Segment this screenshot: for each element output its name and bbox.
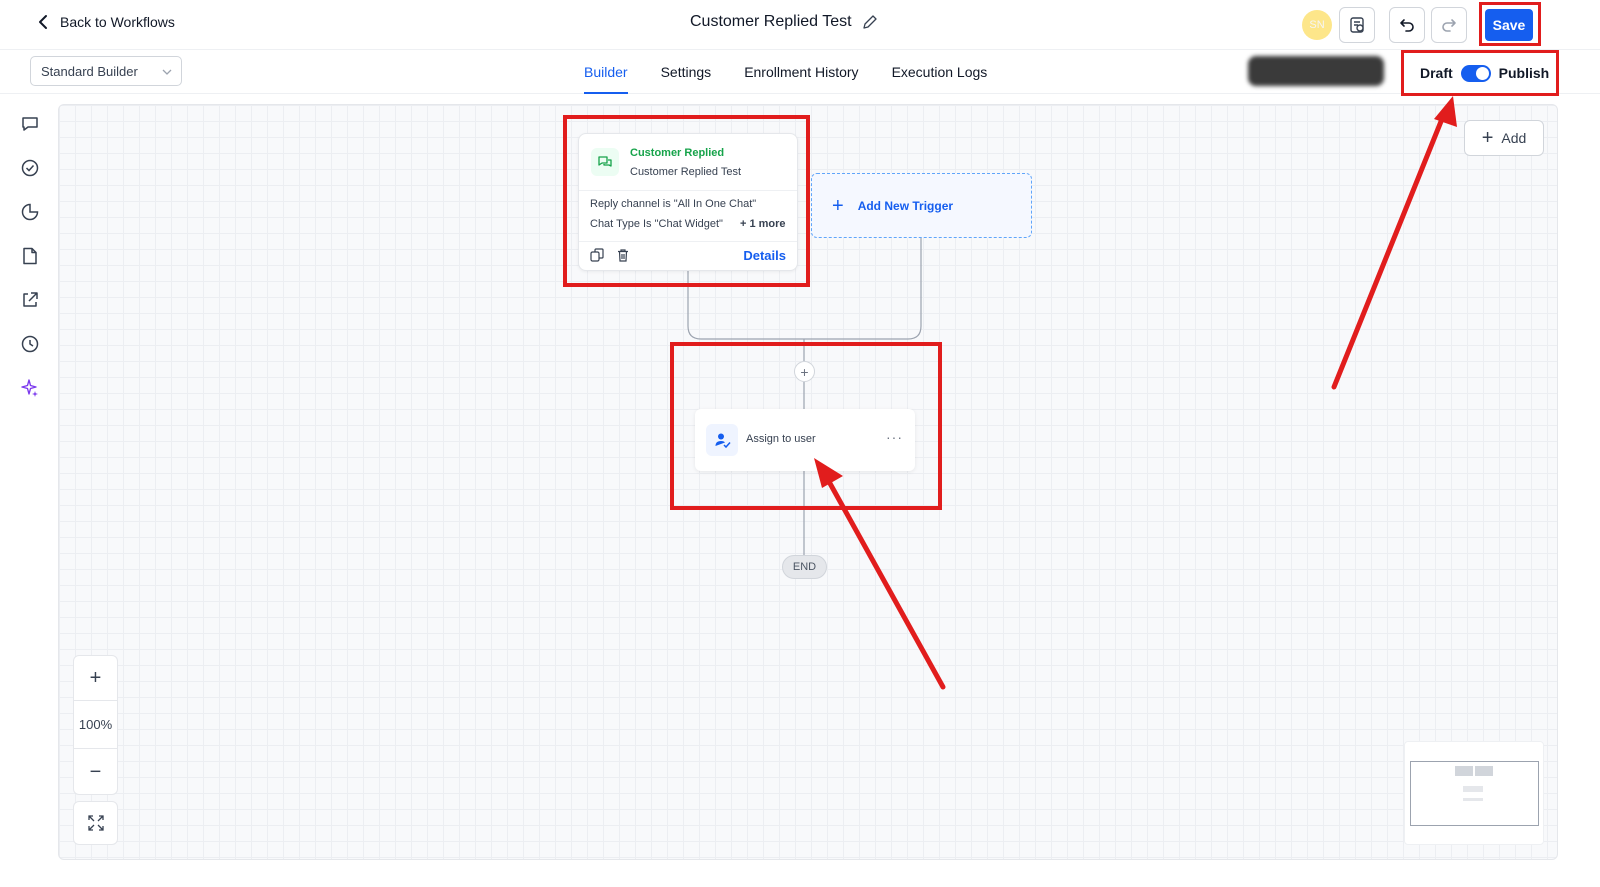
zoom-level: 100% <box>74 701 117 749</box>
tab-enrollment-history[interactable]: Enrollment History <box>744 50 858 94</box>
end-node: END <box>782 555 827 579</box>
plus-icon: + <box>832 194 844 217</box>
action-annotation-box <box>670 342 942 510</box>
tab-bar: Builder Settings Enrollment History Exec… <box>584 50 1020 94</box>
minimap-node <box>1463 786 1483 792</box>
zoom-out-button[interactable]: − <box>74 749 117 796</box>
publish-toggle[interactable] <box>1460 64 1491 82</box>
expand-icon <box>87 815 104 831</box>
add-new-trigger-button[interactable]: + Add New Trigger <box>811 173 1032 238</box>
publish-toggle-group: Draft Publish <box>1401 50 1559 96</box>
history-icon[interactable] <box>20 334 40 354</box>
document-icon[interactable] <box>20 246 40 266</box>
minimap-node <box>1475 766 1493 776</box>
builder-mode-value: Standard Builder <box>41 63 138 79</box>
blurred-button[interactable] <box>1248 56 1384 86</box>
undo-icon <box>1400 19 1414 32</box>
add-button[interactable]: + Add <box>1464 120 1544 156</box>
workflow-title: Customer Replied Test <box>690 13 852 30</box>
zoom-in-button[interactable]: + <box>74 656 117 701</box>
pencil-icon[interactable] <box>862 14 878 30</box>
redo-icon <box>1442 19 1456 32</box>
check-circle-icon[interactable] <box>20 158 40 178</box>
left-sidebar <box>0 94 58 887</box>
workflow-title-group: Customer Replied Test <box>690 13 878 31</box>
add-label: Add <box>1501 130 1527 146</box>
back-label: Back to Workflows <box>60 14 175 30</box>
plus-icon: + <box>1481 127 1494 149</box>
zoom-controls: + 100% − <box>73 655 118 795</box>
chevron-down-icon <box>162 69 172 75</box>
tab-settings[interactable]: Settings <box>661 50 712 94</box>
minimap-node <box>1463 798 1483 801</box>
top-bar: Back to Workflows Customer Replied Test … <box>0 0 1600 50</box>
sparkle-icon[interactable] <box>20 378 40 398</box>
sub-bar: Standard Builder Builder Settings Enroll… <box>0 50 1600 96</box>
avatar[interactable]: SN <box>1302 10 1332 40</box>
back-to-workflows-link[interactable]: Back to Workflows <box>36 14 175 30</box>
external-link-icon[interactable] <box>20 290 40 310</box>
chevron-left-icon <box>39 15 47 29</box>
draft-label: Draft <box>1420 65 1453 81</box>
trigger-annotation-box <box>563 115 810 287</box>
tab-execution-logs[interactable]: Execution Logs <box>892 50 988 94</box>
redo-button[interactable] <box>1431 7 1467 43</box>
publish-label: Publish <box>1498 65 1550 81</box>
test-workflow-button[interactable] <box>1339 7 1375 43</box>
undo-button[interactable] <box>1389 7 1425 43</box>
tab-builder[interactable]: Builder <box>584 50 628 94</box>
minimap[interactable] <box>1404 741 1544 845</box>
builder-mode-select[interactable]: Standard Builder <box>30 56 182 86</box>
minimap-node <box>1455 766 1473 776</box>
pie-chart-icon[interactable] <box>20 202 40 222</box>
chat-icon[interactable] <box>20 114 40 134</box>
fit-view-button[interactable] <box>73 801 118 845</box>
add-new-trigger-label: Add New Trigger <box>857 198 954 213</box>
save-button[interactable]: Save <box>1485 9 1533 41</box>
clipboard-check-icon <box>1350 17 1364 33</box>
